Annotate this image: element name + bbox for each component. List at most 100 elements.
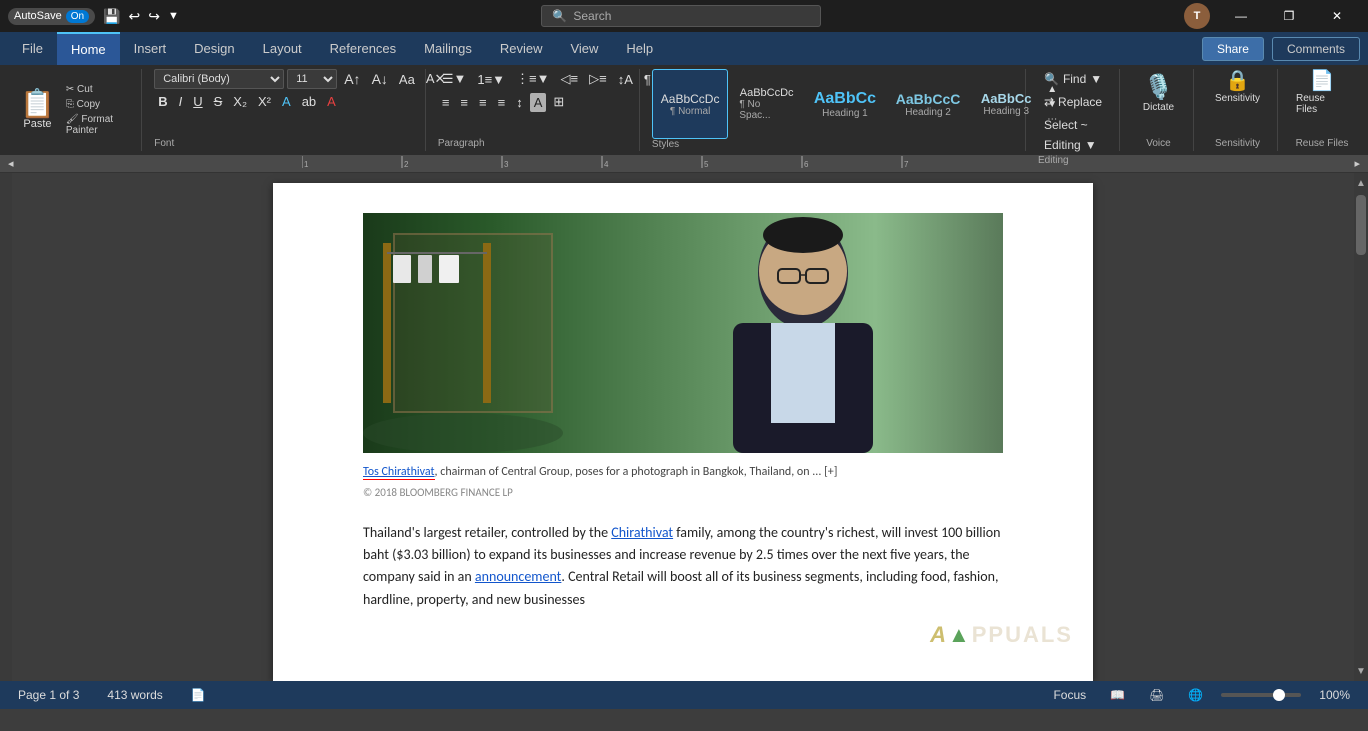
style-h1-label: Heading 1 [822,108,868,119]
scroll-down-button[interactable]: ▼ [1354,661,1368,681]
multilevel-button[interactable]: ⋮≡▼ [512,69,553,89]
find-button[interactable]: 🔍 Find ▼ [1038,69,1108,89]
justify-button[interactable]: ≡ [494,93,510,112]
highlight-button[interactable]: ab [298,92,320,111]
bullets-button[interactable]: ☰▼ [438,69,471,89]
view-read-button[interactable]: 📖 [1104,686,1131,704]
align-center-button[interactable]: ≡ [456,93,472,112]
tab-references[interactable]: References [316,32,410,65]
save-icon[interactable]: 💾 [103,8,120,25]
font-group-label: Font [154,138,174,151]
shading-button[interactable]: A [530,93,547,112]
redo-icon[interactable]: ↪ [148,8,160,25]
tab-home[interactable]: Home [57,32,120,65]
chirathivat-link[interactable]: Chirathivat [611,524,673,541]
caption-link[interactable]: Tos Chirathivat [363,465,435,480]
align-row: ≡ ≡ ≡ ≡ ↕ A ⊞ [438,92,655,112]
borders-button[interactable]: ⊞ [549,92,568,112]
close-button[interactable]: ✕ [1314,0,1360,32]
restore-button[interactable]: ❐ [1266,0,1312,32]
scrollbar-thumb[interactable] [1356,195,1366,255]
font-grow-button[interactable]: A↑ [340,69,364,89]
autosave-toggle[interactable]: AutoSave On [8,8,95,25]
view-print-button[interactable]: 🖨 [1143,686,1170,704]
tab-design[interactable]: Design [180,32,248,65]
dictate-label: Dictate [1143,102,1174,113]
font-controls: Calibri (Body) 11 A↑ A↓ Aa A✕ B I U S X₂… [154,69,449,111]
line-spacing-button[interactable]: ↕ [512,93,527,112]
style-normal-button[interactable]: AaBbCcDc ¶ Normal [652,69,728,139]
style-h2-button[interactable]: AaBbCcC Heading 2 [887,69,969,139]
copy-button[interactable]: ⎘ Copy [63,98,135,111]
doc-stats-icon[interactable]: 📄 [185,686,212,704]
font-size-select[interactable]: 11 [287,69,337,89]
scroll-bar-right[interactable]: ▲ ▼ [1354,173,1368,681]
zoom-thumb[interactable] [1273,689,1285,701]
style-h1-button[interactable]: AaBbCc Heading 1 [805,69,885,139]
dictate-button[interactable]: 🎙️ Dictate [1131,69,1186,117]
share-button[interactable]: Share [1202,37,1264,61]
sort-button[interactable]: ↕A [614,70,637,89]
minimize-button[interactable]: — [1218,0,1264,32]
page-info[interactable]: Page 1 of 3 [12,686,85,704]
voice-group-label: Voice [1146,138,1170,151]
align-right-button[interactable]: ≡ [475,93,491,112]
change-case-button[interactable]: Aa [395,70,419,89]
svg-text:7: 7 [904,160,909,169]
increase-indent-button[interactable]: ▷≡ [585,69,611,89]
font-shrink-button[interactable]: A↓ [368,69,392,89]
style-h2-sample: AaBbCcC [896,91,961,107]
tab-file[interactable]: File [8,32,57,65]
reuse-files-button[interactable]: 📄 Reuse Files [1290,69,1354,117]
font-family-select[interactable]: Calibri (Body) [154,69,284,89]
zoom-slider[interactable] [1221,693,1301,697]
customize-icon[interactable]: ▼ [168,10,179,22]
tab-help[interactable]: Help [612,32,667,65]
format-painter-button[interactable]: 🖌 Format Painter [63,113,135,137]
numbering-button[interactable]: 1≡▼ [473,70,509,89]
focus-button[interactable]: Focus [1047,686,1092,704]
style-nospace-button[interactable]: AaBbCcDc ¶ No Spac... [730,69,803,139]
status-bar: Page 1 of 3 413 words 📄 Focus 📖 🖨 🌐 100% [0,681,1368,709]
tab-insert[interactable]: Insert [120,32,181,65]
comments-button[interactable]: Comments [1272,37,1360,61]
doc-page[interactable]: Tos Chirathivat, chairman of Central Gro… [273,183,1093,681]
subscript-button[interactable]: X₂ [229,92,251,111]
decrease-indent-button[interactable]: ◁≡ [557,69,583,89]
focus-label: Focus [1053,688,1086,702]
scroll-up-button[interactable]: ▲ [1354,173,1368,193]
strikethrough-button[interactable]: S [210,92,227,111]
italic-button[interactable]: I [175,92,187,111]
paste-button[interactable]: 📋 Paste [12,69,63,151]
title-search-box[interactable]: 🔍 Search [541,5,821,27]
select-button[interactable]: Select ~ [1038,115,1108,135]
cut-button[interactable]: ✂ Cut [63,83,135,96]
replace-button[interactable]: ⇄ Replace [1038,92,1108,112]
underline-button[interactable]: U [189,92,206,111]
reuse-icon: 📄 [1310,71,1335,91]
align-left-button[interactable]: ≡ [438,93,454,112]
view-web-button[interactable]: 🌐 [1182,686,1209,704]
tab-review[interactable]: Review [486,32,557,65]
announcement-link[interactable]: announcement [475,568,561,585]
read-icon: 📖 [1110,688,1125,702]
clipboard-sub: ✂ Cut ⎘ Copy 🖌 Format Painter [63,69,135,151]
zoom-percent[interactable]: 100% [1313,686,1356,704]
styles-row: AaBbCcDc ¶ Normal AaBbCcDc ¶ No Spac... … [652,69,1061,139]
font-color-button[interactable]: A [323,92,340,111]
editing-mode-button[interactable]: Editing ▼ [1038,135,1103,155]
tab-view[interactable]: View [556,32,612,65]
undo-icon[interactable]: ↩ [128,8,140,25]
doc-caption: Tos Chirathivat, chairman of Central Gro… [363,463,1003,481]
svg-text:6: 6 [804,160,809,169]
bold-button[interactable]: B [154,92,171,111]
tab-layout[interactable]: Layout [249,32,316,65]
word-count[interactable]: 413 words [101,686,168,704]
superscript-button[interactable]: X² [254,92,275,111]
editing-group: 🔍 Find ▼ ⇄ Replace Select ~ Editing ▼ Ed… [1030,69,1120,151]
title-bar-right: T — ❐ ✕ [1184,0,1360,32]
text-effects-button[interactable]: A [278,92,295,111]
watermark: A▲PPUALS [930,618,1073,651]
sensitivity-button[interactable]: 🔒 Sensitivity [1209,69,1266,106]
tab-mailings[interactable]: Mailings [410,32,486,65]
